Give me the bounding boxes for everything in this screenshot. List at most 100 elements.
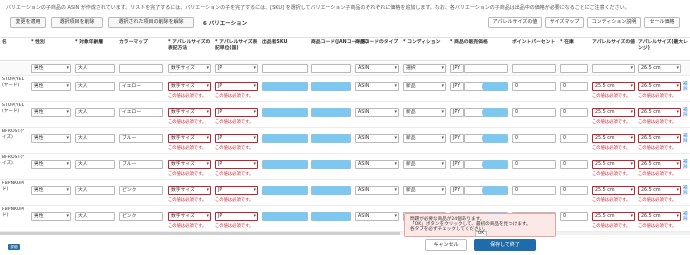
currency-label: JPY <box>450 82 464 91</box>
bulk-points-input[interactable] <box>512 64 556 73</box>
bulk-region-select[interactable]: JP <box>215 64 258 73</box>
stock-input[interactable]: 0 <box>560 134 588 143</box>
color-map-input[interactable]: イエロー <box>119 108 163 117</box>
bulk-code-type-select[interactable]: ASIN <box>355 64 399 73</box>
apparel-size-max-select[interactable]: 26.5 cm <box>638 134 681 143</box>
bulk-size-select[interactable] <box>592 64 635 73</box>
color-map-input[interactable]: イエロー <box>119 82 163 91</box>
row-action-link[interactable]: 補 除 <box>683 186 688 196</box>
target-age-input[interactable]: 大人 <box>75 82 115 91</box>
target-age-input[interactable]: 大人 <box>75 212 115 221</box>
apply-changes-button[interactable]: 変更を適用 <box>10 17 46 28</box>
size-region-select[interactable]: JP <box>215 160 258 169</box>
corner-tag[interactable]: 詳細 <box>8 244 20 250</box>
condition-select[interactable]: 新品 <box>403 186 446 195</box>
bulk-condition-select[interactable]: 選択 <box>403 64 446 73</box>
size-system-select[interactable]: 数字サイズ <box>168 186 211 195</box>
apparel-size-select[interactable]: 25.5 cm <box>592 160 635 169</box>
apparel-size-select[interactable]: 25.5 cm <box>592 108 635 117</box>
code-type-select[interactable]: ASIN <box>355 212 399 221</box>
condition-select[interactable]: 新品 <box>403 160 446 169</box>
stock-input[interactable]: 0 <box>560 186 588 195</box>
gender-select[interactable]: 男性 <box>31 82 71 91</box>
bulk-sku-input[interactable] <box>262 64 308 73</box>
code-type-select[interactable]: ASIN <box>355 82 399 91</box>
size-region-select[interactable]: JP <box>215 82 258 91</box>
bulk-product-code-input[interactable] <box>311 64 351 73</box>
size-system-select[interactable]: 数字サイズ <box>168 160 211 169</box>
size-system-select[interactable]: 数字サイズ <box>168 134 211 143</box>
target-age-input[interactable]: 大人 <box>75 108 115 117</box>
target-age-input[interactable]: 大人 <box>75 160 115 169</box>
bulk-price-input[interactable] <box>464 64 508 73</box>
gender-select[interactable]: 男性 <box>31 134 71 143</box>
required-error-text: この値は必須です。 <box>168 198 207 203</box>
size-region-select[interactable]: JP <box>215 212 258 221</box>
bulk-size-max-select[interactable]: 26.5 cm <box>638 64 681 73</box>
popup-ok-button[interactable]: OK <box>475 231 487 237</box>
points-input[interactable]: 0 <box>512 160 556 169</box>
row-action-link[interactable]: 補 除 <box>683 134 688 144</box>
save-and-finish-button[interactable]: 保存して終了 <box>474 239 536 251</box>
apparel-size-max-select[interactable]: 26.5 cm <box>638 186 681 195</box>
size-system-select[interactable]: 数字サイズ <box>168 82 211 91</box>
bulk-gender-select[interactable]: 男性 <box>31 64 71 73</box>
bulk-color-input[interactable] <box>119 64 163 73</box>
row-action-link[interactable]: 補 除 <box>683 82 688 92</box>
points-input[interactable]: 0 <box>512 82 556 91</box>
code-type-select[interactable]: ASIN <box>355 108 399 117</box>
stock-input[interactable]: 0 <box>560 82 588 91</box>
color-map-input[interactable]: ピンク <box>119 212 163 221</box>
apparel-size-max-select[interactable]: 26.5 cm <box>638 108 681 117</box>
size-system-select[interactable]: 数字サイズ <box>168 108 211 117</box>
points-input[interactable]: 0 <box>512 134 556 143</box>
required-error-text: この値は必須です。 <box>638 198 677 203</box>
gender-select[interactable]: 男性 <box>31 108 71 117</box>
size-region-select[interactable]: JP <box>215 108 258 117</box>
cancel-button[interactable]: キャンセル <box>425 239 467 251</box>
gender-select[interactable]: 男性 <box>31 160 71 169</box>
apparel-size-max-select[interactable]: 26.5 cm <box>638 160 681 169</box>
size-system-select[interactable]: 数字サイズ <box>168 212 211 221</box>
size-region-select[interactable]: JP <box>215 186 258 195</box>
code-type-select[interactable]: ASIN <box>355 134 399 143</box>
target-age-input[interactable]: 大人 <box>75 186 115 195</box>
deselect-button[interactable]: 選択項目を削除 <box>51 17 103 28</box>
gender-select[interactable]: 男性 <box>31 186 71 195</box>
condition-select[interactable]: 新品 <box>403 108 446 117</box>
tab-sale-price[interactable]: セール価格 <box>644 17 680 28</box>
stock-input[interactable]: 0 <box>560 108 588 117</box>
apparel-size-select[interactable]: 25.5 cm <box>592 82 635 91</box>
color-map-input[interactable]: ピンク <box>119 186 163 195</box>
tab-apparel-size[interactable]: アパレルサイズの値 <box>488 17 542 28</box>
required-error-text: この値は必須です。 <box>592 198 631 203</box>
points-input[interactable]: 0 <box>512 186 556 195</box>
bulk-delete-button[interactable]: 選択された項目の削除を解除 <box>108 17 194 28</box>
condition-select[interactable]: 新品 <box>403 134 446 143</box>
points-input[interactable]: 0 <box>512 108 556 117</box>
apparel-size-max-select[interactable]: 26.5 cm <box>638 82 681 91</box>
row-action-link[interactable]: 補 除 <box>683 108 688 118</box>
code-type-select[interactable]: ASIN <box>355 186 399 195</box>
target-age-input[interactable]: 大人 <box>75 134 115 143</box>
bulk-stock-input[interactable] <box>560 64 588 73</box>
size-region-select[interactable]: JP <box>215 134 258 143</box>
condition-select[interactable]: 新品 <box>403 82 446 91</box>
row-action-link[interactable]: 補 除 <box>683 160 688 170</box>
apparel-size-select[interactable]: 25.5 cm <box>592 134 635 143</box>
apparel-size-select[interactable]: 25.5 cm <box>592 186 635 195</box>
bulk-size-system-select[interactable]: 数字サイズ <box>168 64 211 73</box>
gender-select[interactable]: 男性 <box>31 212 71 221</box>
color-map-input[interactable]: ブルー <box>119 160 163 169</box>
color-map-input[interactable]: ブルー <box>119 134 163 143</box>
stock-input[interactable]: 0 <box>560 160 588 169</box>
apparel-size-max-select[interactable]: 26.5 cm <box>638 212 681 221</box>
stock-input[interactable]: 0 <box>560 212 588 221</box>
code-type-select[interactable]: ASIN <box>355 160 399 169</box>
apparel-size-select[interactable]: 25.5 cm <box>592 212 635 221</box>
tab-size-map[interactable]: サイズマップ <box>545 17 584 28</box>
tab-condition-note[interactable]: コンディション説明 <box>587 17 641 28</box>
row-action-link[interactable]: 補 除 <box>683 212 688 222</box>
bulk-age-input[interactable]: 大人 <box>75 64 115 73</box>
scrollbar-thumb[interactable] <box>0 232 400 235</box>
